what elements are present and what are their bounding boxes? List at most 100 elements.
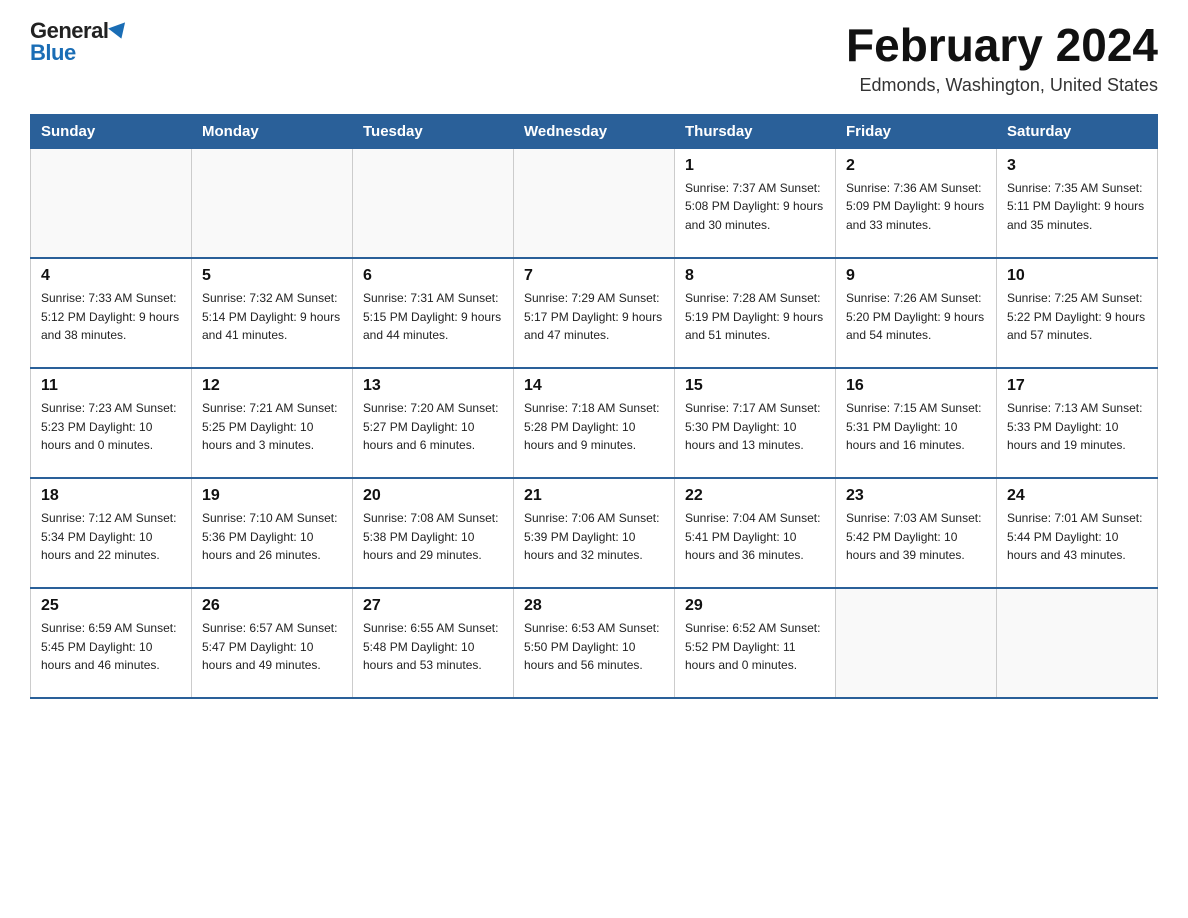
- day-number: 6: [363, 267, 503, 285]
- day-info: Sunrise: 7:04 AM Sunset: 5:41 PM Dayligh…: [685, 509, 825, 565]
- calendar-cell: 17 Sunrise: 7:13 AM Sunset: 5:33 PM Dayli…: [997, 368, 1158, 478]
- day-number: 24: [1007, 487, 1147, 505]
- title-area: February 2024 Edmonds, Washington, Unite…: [846, 20, 1158, 96]
- calendar-cell: 26 Sunrise: 6:57 AM Sunset: 5:47 PM Dayli…: [192, 588, 353, 698]
- calendar-cell: 27 Sunrise: 6:55 AM Sunset: 5:48 PM Dayli…: [353, 588, 514, 698]
- calendar-cell: 6 Sunrise: 7:31 AM Sunset: 5:15 PM Daylig…: [353, 258, 514, 368]
- day-info: Sunrise: 7:10 AM Sunset: 5:36 PM Dayligh…: [202, 509, 342, 565]
- calendar-cell: [836, 588, 997, 698]
- day-number: 2: [846, 157, 986, 175]
- column-header-sunday: Sunday: [31, 114, 192, 148]
- day-info: Sunrise: 7:03 AM Sunset: 5:42 PM Dayligh…: [846, 509, 986, 565]
- day-number: 29: [685, 597, 825, 615]
- day-number: 23: [846, 487, 986, 505]
- calendar-subtitle: Edmonds, Washington, United States: [846, 75, 1158, 96]
- calendar-cell: 12 Sunrise: 7:21 AM Sunset: 5:25 PM Dayli…: [192, 368, 353, 478]
- calendar-week-row: 4Sunrise: 7:33 AM Sunset: 5:12 PM Daylig…: [31, 258, 1158, 368]
- day-info: Sunrise: 7:23 AM Sunset: 5:23 PM Dayligh…: [41, 399, 181, 455]
- calendar-cell: 18Sunrise: 7:12 AM Sunset: 5:34 PM Dayli…: [31, 478, 192, 588]
- calendar-header-row: SundayMondayTuesdayWednesdayThursdayFrid…: [31, 114, 1158, 148]
- day-number: 15: [685, 377, 825, 395]
- logo-blue-text: Blue: [30, 40, 76, 65]
- day-number: 10: [1007, 267, 1147, 285]
- calendar-cell: 7Sunrise: 7:29 AM Sunset: 5:17 PM Daylig…: [514, 258, 675, 368]
- day-number: 13: [363, 377, 503, 395]
- logo-triangle-icon: [109, 22, 131, 41]
- day-number: 26: [202, 597, 342, 615]
- calendar-cell: 23 Sunrise: 7:03 AM Sunset: 5:42 PM Dayli…: [836, 478, 997, 588]
- day-number: 1: [685, 157, 825, 175]
- calendar-cell: 25 Sunrise: 6:59 AM Sunset: 5:45 PM Dayli…: [31, 588, 192, 698]
- day-info: Sunrise: 6:55 AM Sunset: 5:48 PM Dayligh…: [363, 619, 503, 675]
- column-header-saturday: Saturday: [997, 114, 1158, 148]
- calendar-cell: 20 Sunrise: 7:08 AM Sunset: 5:38 PM Dayli…: [353, 478, 514, 588]
- calendar-week-row: 25 Sunrise: 6:59 AM Sunset: 5:45 PM Dayli…: [31, 588, 1158, 698]
- day-info: Sunrise: 6:53 AM Sunset: 5:50 PM Dayligh…: [524, 619, 664, 675]
- day-info: Sunrise: 7:01 AM Sunset: 5:44 PM Dayligh…: [1007, 509, 1147, 565]
- calendar-cell: 2Sunrise: 7:36 AM Sunset: 5:09 PM Daylig…: [836, 148, 997, 258]
- day-info: Sunrise: 7:13 AM Sunset: 5:33 PM Dayligh…: [1007, 399, 1147, 455]
- calendar-cell: 13 Sunrise: 7:20 AM Sunset: 5:27 PM Dayli…: [353, 368, 514, 478]
- day-number: 22: [685, 487, 825, 505]
- day-number: 9: [846, 267, 986, 285]
- day-number: 17: [1007, 377, 1147, 395]
- calendar-cell: 10 Sunrise: 7:25 AM Sunset: 5:22 PM Dayli…: [997, 258, 1158, 368]
- column-header-tuesday: Tuesday: [353, 114, 514, 148]
- calendar-cell: 8 Sunrise: 7:28 AM Sunset: 5:19 PM Daylig…: [675, 258, 836, 368]
- calendar-cell: [514, 148, 675, 258]
- day-info: Sunrise: 7:26 AM Sunset: 5:20 PM Dayligh…: [846, 289, 986, 345]
- day-number: 5: [202, 267, 342, 285]
- day-number: 21: [524, 487, 664, 505]
- calendar-cell: [192, 148, 353, 258]
- calendar-cell: 15Sunrise: 7:17 AM Sunset: 5:30 PM Dayli…: [675, 368, 836, 478]
- day-number: 11: [41, 377, 181, 395]
- day-info: Sunrise: 7:21 AM Sunset: 5:25 PM Dayligh…: [202, 399, 342, 455]
- calendar-cell: 9 Sunrise: 7:26 AM Sunset: 5:20 PM Daylig…: [836, 258, 997, 368]
- calendar-cell: 24 Sunrise: 7:01 AM Sunset: 5:44 PM Dayli…: [997, 478, 1158, 588]
- calendar-cell: 5Sunrise: 7:32 AM Sunset: 5:14 PM Daylig…: [192, 258, 353, 368]
- day-info: Sunrise: 7:28 AM Sunset: 5:19 PM Dayligh…: [685, 289, 825, 345]
- day-number: 4: [41, 267, 181, 285]
- column-header-wednesday: Wednesday: [514, 114, 675, 148]
- day-number: 14: [524, 377, 664, 395]
- day-info: Sunrise: 7:35 AM Sunset: 5:11 PM Dayligh…: [1007, 179, 1147, 235]
- day-info: Sunrise: 7:25 AM Sunset: 5:22 PM Dayligh…: [1007, 289, 1147, 345]
- calendar-cell: 11 Sunrise: 7:23 AM Sunset: 5:23 PM Dayli…: [31, 368, 192, 478]
- calendar-cell: [997, 588, 1158, 698]
- day-info: Sunrise: 7:18 AM Sunset: 5:28 PM Dayligh…: [524, 399, 664, 455]
- day-number: 27: [363, 597, 503, 615]
- day-info: Sunrise: 7:31 AM Sunset: 5:15 PM Dayligh…: [363, 289, 503, 345]
- day-info: Sunrise: 6:59 AM Sunset: 5:45 PM Dayligh…: [41, 619, 181, 675]
- day-number: 20: [363, 487, 503, 505]
- day-number: 7: [524, 267, 664, 285]
- calendar-cell: 19Sunrise: 7:10 AM Sunset: 5:36 PM Dayli…: [192, 478, 353, 588]
- day-info: Sunrise: 7:06 AM Sunset: 5:39 PM Dayligh…: [524, 509, 664, 565]
- day-number: 3: [1007, 157, 1147, 175]
- day-info: Sunrise: 7:12 AM Sunset: 5:34 PM Dayligh…: [41, 509, 181, 565]
- calendar-cell: 28 Sunrise: 6:53 AM Sunset: 5:50 PM Dayli…: [514, 588, 675, 698]
- calendar-cell: [31, 148, 192, 258]
- day-number: 8: [685, 267, 825, 285]
- day-number: 25: [41, 597, 181, 615]
- column-header-friday: Friday: [836, 114, 997, 148]
- calendar-week-row: 1 Sunrise: 7:37 AM Sunset: 5:08 PM Daylig…: [31, 148, 1158, 258]
- logo: General Blue: [30, 20, 128, 64]
- day-number: 28: [524, 597, 664, 615]
- day-info: Sunrise: 6:52 AM Sunset: 5:52 PM Dayligh…: [685, 619, 825, 675]
- calendar-cell: 14 Sunrise: 7:18 AM Sunset: 5:28 PM Dayli…: [514, 368, 675, 478]
- day-number: 16: [846, 377, 986, 395]
- calendar-week-row: 11 Sunrise: 7:23 AM Sunset: 5:23 PM Dayli…: [31, 368, 1158, 478]
- column-header-thursday: Thursday: [675, 114, 836, 148]
- day-info: Sunrise: 7:08 AM Sunset: 5:38 PM Dayligh…: [363, 509, 503, 565]
- day-info: Sunrise: 7:20 AM Sunset: 5:27 PM Dayligh…: [363, 399, 503, 455]
- calendar-table: SundayMondayTuesdayWednesdayThursdayFrid…: [30, 114, 1158, 700]
- calendar-cell: 16 Sunrise: 7:15 AM Sunset: 5:31 PM Dayli…: [836, 368, 997, 478]
- calendar-cell: 21 Sunrise: 7:06 AM Sunset: 5:39 PM Dayli…: [514, 478, 675, 588]
- day-info: Sunrise: 7:15 AM Sunset: 5:31 PM Dayligh…: [846, 399, 986, 455]
- day-info: Sunrise: 7:37 AM Sunset: 5:08 PM Dayligh…: [685, 179, 825, 235]
- calendar-cell: 4Sunrise: 7:33 AM Sunset: 5:12 PM Daylig…: [31, 258, 192, 368]
- day-info: Sunrise: 6:57 AM Sunset: 5:47 PM Dayligh…: [202, 619, 342, 675]
- calendar-cell: 22 Sunrise: 7:04 AM Sunset: 5:41 PM Dayli…: [675, 478, 836, 588]
- page-header: General Blue February 2024 Edmonds, Wash…: [30, 20, 1158, 96]
- day-number: 12: [202, 377, 342, 395]
